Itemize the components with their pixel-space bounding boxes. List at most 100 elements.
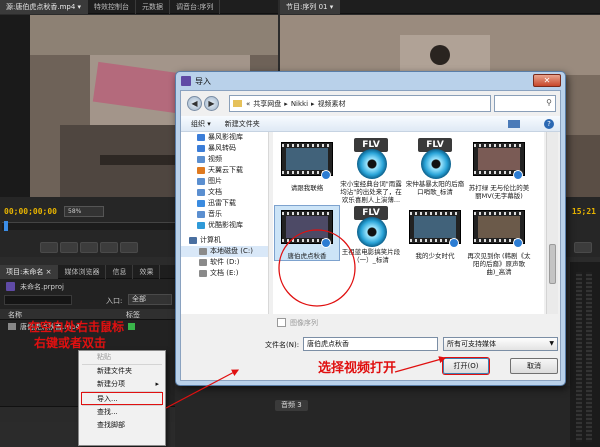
tab-effects[interactable]: 效果 (133, 264, 161, 279)
nav-item[interactable]: 文档 (E:) (181, 268, 268, 279)
tab-project[interactable]: 项目:未命名 × (0, 264, 59, 279)
folder-icon (197, 167, 205, 174)
nav-item-label: 音乐 (208, 210, 222, 218)
file-tile[interactable]: FLV 宋小宝经典台词"雨露均沾"的出处来了，在欢乐喜剧人上演薄... (339, 138, 403, 204)
step-forward-button[interactable] (80, 242, 98, 253)
tab-effect-controls[interactable]: 特效控制台 (88, 0, 137, 14)
file-tile[interactable]: 再次见到你 (韩剧《太阳的后裔》原声歌曲)_高清 (467, 206, 531, 276)
breadcrumb-video[interactable]: 视频素材 (318, 99, 346, 109)
image-sequence-checkbox[interactable] (277, 318, 286, 327)
context-menu: 粘贴 新建文件夹 新建分项 ▸ 导入... 查找... 查找脚部 (78, 350, 166, 446)
step-back-button[interactable] (40, 242, 58, 253)
image-sequence-label: 图像序列 (290, 319, 318, 327)
audio-meters (570, 262, 600, 447)
nav-item[interactable]: 暴风影视库 (181, 132, 268, 143)
file-name: 唐伯虎点秋香 (287, 252, 327, 260)
menu-item-new-folder[interactable]: 新建文件夹 (79, 365, 165, 378)
open-button[interactable]: 打开(O) (443, 358, 489, 374)
nav-item[interactable]: 迅雷下载 (181, 198, 268, 209)
breadcrumb-share[interactable]: 共享网盘 (253, 99, 281, 109)
nav-item[interactable]: 音乐 (181, 209, 268, 220)
nav-item-label: 软件 (D:) (210, 258, 240, 266)
back-arrow-icon[interactable]: ◀ (187, 96, 202, 111)
source-zoom-select[interactable]: 58% (64, 206, 104, 217)
close-icon[interactable]: ✕ (533, 74, 561, 87)
breadcrumb-nikki[interactable]: Nikki (291, 100, 308, 108)
frame-image (414, 216, 456, 238)
nav-item[interactable]: 暴风转码 (181, 143, 268, 154)
help-icon[interactable]: ? (544, 118, 554, 129)
menu-item-paste[interactable]: 粘贴 (79, 351, 165, 364)
frame-image (286, 148, 328, 170)
nav-item[interactable]: 图片 (181, 176, 268, 187)
timeline-track-tab[interactable]: 音频 3 (275, 400, 308, 411)
folder-icon (197, 178, 205, 185)
entry-label: 入口: (106, 297, 123, 305)
menu-item-new-item[interactable]: 新建分项 ▸ (79, 378, 165, 391)
file-type-value: 所有可支持媒体 (447, 340, 496, 348)
file-tile[interactable]: 苏打绿 无与伦比的美丽MV(无字幕版) (467, 138, 531, 200)
nav-item[interactable]: 优酷影视库 (181, 220, 268, 231)
tab-program[interactable]: 节目:序列 01 ▾ (280, 0, 341, 14)
chevron-down-icon: ▼ (549, 340, 554, 347)
file-name: 我的少女时代 (415, 252, 455, 260)
nav-item[interactable]: 视频 (181, 154, 268, 165)
tab-audio-mixer[interactable]: 调音台:序列 (170, 0, 221, 14)
new-folder-button[interactable]: 新建文件夹 (225, 119, 260, 129)
media-player-icon (449, 238, 459, 248)
program-extract-button[interactable] (574, 242, 592, 253)
play-button[interactable] (60, 242, 78, 253)
forward-arrow-icon[interactable]: ▶ (204, 96, 219, 111)
frame-image (286, 216, 328, 238)
entry-select[interactable]: 全部 (128, 294, 172, 305)
cancel-button-label: 取消 (527, 362, 541, 370)
video-thumbnail (281, 142, 333, 182)
search-input[interactable]: ⚲ (494, 95, 556, 112)
tab-info[interactable]: 信息 (106, 264, 134, 279)
file-tile[interactable]: 我的少女时代 (403, 206, 467, 260)
nav-item-label: 优酷影视库 (208, 221, 243, 229)
scrollbar-thumb[interactable] (549, 244, 556, 284)
view-options-icon[interactable] (508, 119, 520, 128)
video-thumbnail (281, 210, 333, 250)
nav-item[interactable]: 文档 (181, 187, 268, 198)
folder-icon (197, 211, 205, 218)
overwrite-button[interactable] (120, 242, 138, 253)
file-type-select[interactable]: 所有可支持媒体 ▼ (443, 337, 558, 351)
file-tile[interactable]: 请跟我联络 (275, 138, 339, 192)
organize-button[interactable]: 组织 ▾ (191, 119, 211, 129)
vertical-scrollbar[interactable] (546, 132, 558, 314)
filename-input[interactable]: 唐伯虎点秋香 (303, 337, 438, 351)
source-timecode: 00;00;00;00 (4, 207, 57, 216)
playhead-marker[interactable] (4, 221, 8, 231)
file-tile[interactable]: 唐伯虎点秋香 (274, 205, 340, 261)
media-player-icon (321, 170, 331, 180)
dialog-toolbar: 组织 ▾ 新建文件夹 ? (181, 116, 560, 132)
menu-item-find-faces[interactable]: 查找脚部 (79, 419, 165, 432)
file-name: 宋小宝经典台词"雨露均沾"的出处来了，在欢乐喜剧人上演薄... (340, 180, 402, 204)
project-search-input[interactable] (4, 295, 72, 305)
menu-item-find[interactable]: 查找... (79, 406, 165, 419)
filename-label: 文件名(N): (265, 341, 300, 349)
nav-item[interactable]: 本地磁盘 (C:) (181, 246, 268, 257)
tab-metadata[interactable]: 元数据 (136, 0, 171, 14)
tab-media-browser[interactable]: 媒体浏览器 (58, 264, 107, 279)
nav-item[interactable]: 软件 (D:) (181, 257, 268, 268)
column-name[interactable]: 名称 (8, 310, 22, 320)
address-bar[interactable]: « 共享网盘 ▸ Nikki ▸ 视频素材 (229, 95, 491, 112)
file-tile[interactable]: FLV 宋仲基暴太阳的后裔口哨歌_标清 (403, 138, 467, 196)
flv-disc-icon (357, 217, 387, 247)
insert-button[interactable] (100, 242, 118, 253)
column-label[interactable]: 标签 (126, 310, 140, 320)
nav-item[interactable]: 天翼云下载 (181, 165, 268, 176)
file-tile[interactable]: FLV 王祖蓝电影搞笑片段（一）_标清 (339, 206, 403, 264)
cancel-button[interactable]: 取消 (510, 358, 558, 374)
menu-item-import[interactable]: 导入... (81, 392, 163, 405)
dialog-titlebar[interactable]: 导入 ✕ (176, 72, 565, 90)
frame-image (478, 216, 520, 238)
tab-source[interactable]: 源:唐伯虎点秋香.mp4 ▾ (0, 0, 89, 14)
dialog-title: 导入 (195, 77, 211, 86)
nav-item[interactable]: 计算机 (181, 235, 268, 246)
project-file-name: 未命名.prproj (20, 283, 64, 291)
program-timecode: 15;21 (571, 207, 596, 216)
